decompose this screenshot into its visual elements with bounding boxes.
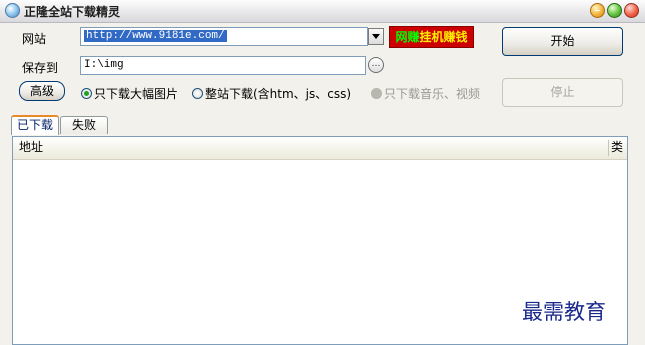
site-label: 网站 <box>22 32 47 46</box>
radio-selected-icon[interactable] <box>81 88 92 99</box>
option-label: 只下载音乐、视频 <box>384 87 481 101</box>
maximize-icon[interactable] <box>607 3 622 18</box>
advanced-button[interactable]: 高级 <box>19 81 65 101</box>
browse-button[interactable]: … <box>368 57 384 73</box>
ad-text: 挂机赚钱 <box>419 30 468 44</box>
tab-downloaded[interactable]: 已下载 <box>11 115 59 135</box>
dropdown-arrow-icon[interactable] <box>368 28 384 45</box>
column-address[interactable]: 地址 <box>13 137 608 158</box>
site-url-input[interactable]: http://www.9181e.com/ <box>80 27 368 46</box>
window-title: 正隆全站下载精灵 <box>24 5 121 19</box>
site-url-value: http://www.9181e.com/ <box>84 30 227 42</box>
stop-button: 停止 <box>502 78 623 107</box>
minimize-icon[interactable] <box>590 3 605 18</box>
globe-icon <box>5 3 20 18</box>
app-window: 正隆全站下载精灵 网站 http://www.9181e.com/ 网赚挂机赚钱… <box>0 0 645 345</box>
save-path-input[interactable]: I:\img <box>80 56 366 75</box>
option-full-site[interactable]: 整站下载(含htm、js、css) <box>192 86 351 102</box>
option-images-only[interactable]: 只下载大幅图片 <box>81 86 178 102</box>
option-media-only: 只下载音乐、视频 <box>371 86 480 102</box>
tab-failed[interactable]: 失败 <box>60 116 108 134</box>
ad-banner[interactable]: 网赚挂机赚钱 <box>389 26 474 48</box>
title-bar[interactable]: 正隆全站下载精灵 <box>0 0 645 23</box>
option-label: 只下载大幅图片 <box>94 87 179 101</box>
column-type[interactable]: 类 <box>609 137 627 158</box>
close-icon[interactable] <box>624 3 639 18</box>
watermark-text: 最需教育 <box>522 300 606 324</box>
radio-disabled-icon <box>371 88 382 99</box>
save-label: 保存到 <box>22 61 59 75</box>
option-label: 整站下载(含htm、js、css) <box>205 87 352 101</box>
radio-icon[interactable] <box>192 88 203 99</box>
ad-text-highlight: 网赚 <box>395 30 420 44</box>
start-button[interactable]: 开始 <box>502 27 623 56</box>
list-header: 地址 类 <box>13 137 627 160</box>
